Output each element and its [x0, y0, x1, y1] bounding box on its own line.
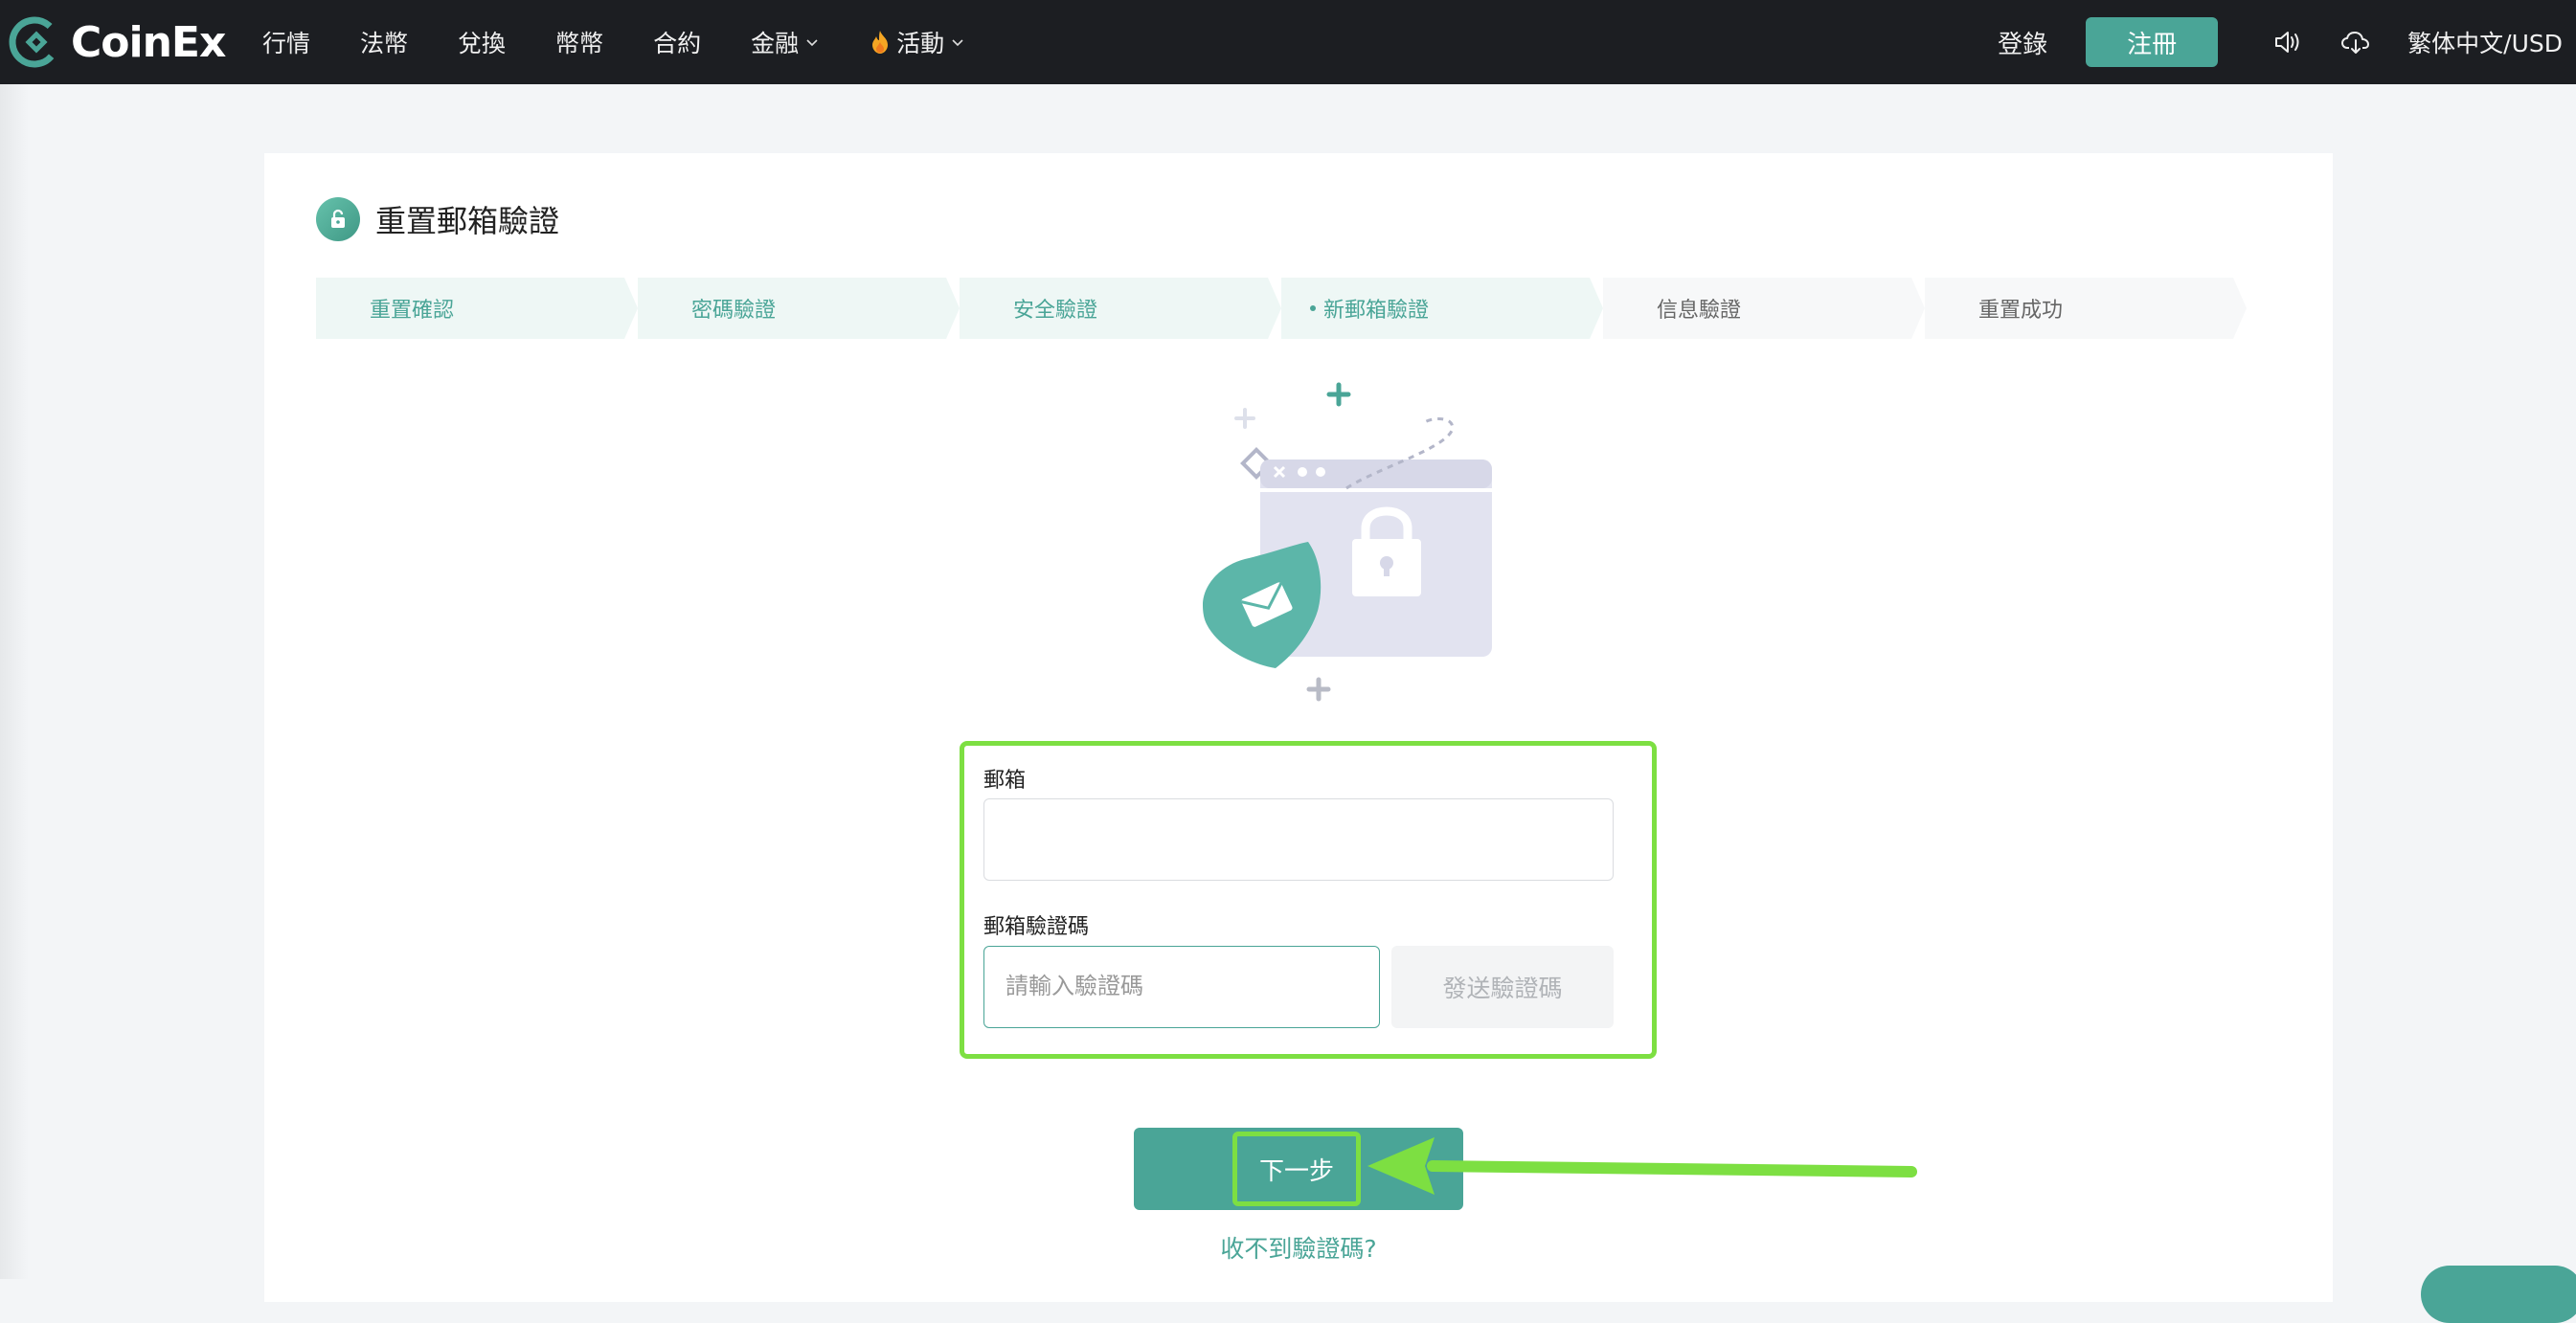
nav-item-label: 金融: [751, 30, 800, 57]
step-label: 新郵箱驗證: [1323, 299, 1430, 323]
nav-item-label: 幣幣: [555, 30, 604, 57]
email-code-label: 郵箱驗證碼: [983, 915, 1090, 939]
lock-icon: [316, 197, 360, 241]
step-reset-success: 重置成功: [1925, 278, 2247, 339]
nav-item-finance[interactable]: 金融: [751, 25, 820, 59]
register-button[interactable]: 注冊: [2086, 17, 2219, 67]
speaker-icon[interactable]: [2270, 25, 2304, 59]
download-cloud-icon[interactable]: [2339, 25, 2373, 59]
chat-support-button[interactable]: [2421, 1266, 2576, 1323]
top-navigation: CoinEx 行情 法幣 兌換 幣幣 合約 金融 活動 登錄 注冊 繁体中文/U…: [0, 0, 2576, 84]
nav-right: 登錄 注冊 繁体中文/USD: [1998, 0, 2576, 84]
step-new-email-verify: 新郵箱驗證: [1281, 278, 1603, 339]
email-verify-form: 郵箱 郵箱驗證碼 發送驗證碼: [960, 741, 1657, 1059]
nav-item-swap[interactable]: 兌換: [458, 25, 506, 59]
step-reset-confirm: 重置確認: [316, 278, 638, 339]
verification-code-input[interactable]: [983, 946, 1380, 1028]
login-link[interactable]: 登錄: [1998, 25, 2047, 60]
main-menu: 行情 法幣 兌換 幣幣 合約 金融 活動: [262, 0, 1015, 84]
brand-name: CoinEx: [71, 17, 226, 67]
nav-item-label: 兌換: [458, 30, 507, 57]
nav-item-label: 活動: [896, 30, 945, 57]
step-info-verify: 信息驗證: [1603, 278, 1925, 339]
progress-steps: 重置確認 密碼驗證 安全驗證 新郵箱驗證 信息驗證 重置成功: [316, 278, 2279, 339]
step-label: 密碼驗證: [691, 299, 777, 323]
nav-item-label: 法幣: [360, 30, 409, 57]
step-label: 信息驗證: [1657, 299, 1742, 323]
step-label: 重置確認: [370, 299, 455, 323]
current-step-dot: [1310, 305, 1316, 311]
nav-item-futures[interactable]: 合約: [653, 25, 701, 59]
nav-item-activities[interactable]: 活動: [870, 25, 965, 59]
left-edge-shade: [0, 84, 29, 1279]
language-currency-selector[interactable]: 繁体中文/USD: [2407, 25, 2568, 59]
email-security-illustration: [1203, 382, 1492, 702]
annotation-arrow: [1367, 1137, 1917, 1195]
chevron-down-icon: [952, 39, 963, 47]
page-title-text: 重置郵箱驗證: [375, 203, 560, 239]
email-label: 郵箱: [983, 769, 1027, 793]
step-security-verify: 安全驗證: [960, 278, 1281, 339]
next-button-label[interactable]: 下一步: [1232, 1132, 1361, 1206]
email-field[interactable]: [983, 798, 1614, 881]
nav-item-market[interactable]: 行情: [262, 25, 310, 59]
coinex-logo[interactable]: CoinEx: [8, 13, 226, 71]
chevron-down-icon: [806, 39, 818, 47]
coinex-logo-icon: [9, 16, 60, 68]
step-label: 安全驗證: [1013, 299, 1098, 323]
fire-icon: [872, 31, 889, 54]
nav-item-fiat[interactable]: 法幣: [360, 25, 408, 59]
send-code-button[interactable]: 發送驗證碼: [1391, 946, 1614, 1028]
nav-item-label: 行情: [262, 30, 311, 57]
nav-item-spot[interactable]: 幣幣: [555, 25, 603, 59]
step-password-verify: 密碼驗證: [638, 278, 960, 339]
language-label: 繁体中文/USD: [2407, 30, 2563, 57]
step-label: 重置成功: [1978, 299, 2064, 323]
nav-item-label: 合約: [653, 30, 702, 57]
page-title: 重置郵箱驗證: [316, 195, 559, 243]
reset-email-card: 重置郵箱驗證 重置確認 密碼驗證 安全驗證 新郵箱驗證 信息驗證 重置成功 郵箱…: [264, 153, 2333, 1302]
cannot-receive-code-link[interactable]: 收不到驗證碼?: [264, 1230, 2333, 1265]
